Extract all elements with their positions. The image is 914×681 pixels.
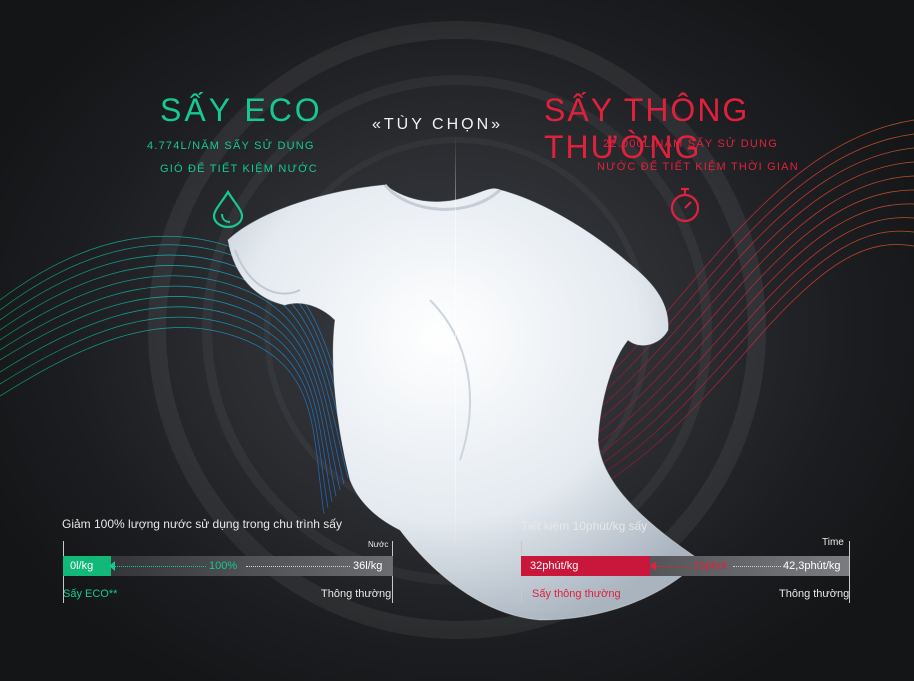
center-divider	[455, 135, 456, 555]
normal-fast-value: 32phút/kg	[530, 560, 579, 572]
normal-slow-label: Thông thường	[779, 588, 850, 600]
normal-title: SẤY THÔNG THƯỜNG	[544, 92, 750, 165]
normal-saving-value: 10phút	[693, 560, 727, 572]
stopwatch-icon	[670, 187, 700, 223]
water-drop-icon	[212, 190, 244, 228]
normal-caption: Tiết kiệm 10phút/kg sấy	[521, 519, 648, 533]
eco-normal-label: Thông thường	[321, 588, 392, 600]
eco-title: SẤY ECO	[160, 92, 323, 128]
eco-subtitle-line1: 4.774L/NĂM SẤY SỬ DỤNG	[147, 140, 315, 152]
normal-dotted-line-2	[733, 566, 781, 567]
eco-unit-label: Nước	[368, 540, 389, 549]
normal-fast-label: Sấy thông thường	[532, 588, 621, 600]
eco-dotted-line-2	[246, 566, 350, 567]
eco-bar-value: 0l/kg	[70, 560, 94, 572]
eco-caption: Giảm 100% lượng nước sử dụng trong chu t…	[62, 517, 342, 531]
options-title: «TÙY CHỌN»	[372, 116, 504, 133]
normal-unit-label: Time	[822, 537, 844, 548]
normal-dotted-line	[656, 566, 690, 567]
normal-slow-value: 42,3phút/kg	[783, 560, 841, 572]
normal-subtitle-line1: 22.000L/NĂM SẤY SỬ DỤNG	[603, 138, 778, 150]
eco-normal-value: 36l/kg	[353, 560, 383, 572]
eco-bar-percent: 100%	[209, 560, 238, 572]
eco-dotted-line	[114, 566, 206, 567]
normal-subtitle-line2: NƯỚC ĐỂ TIẾT KIỆM THỜI GIAN	[597, 161, 799, 173]
drying-comparison-banner: SẤY ECO 4.774L/NĂM SẤY SỬ DỤNG GIÓ ĐỂ TI…	[0, 0, 914, 681]
eco-subtitle-line2: GIÓ ĐỂ TIẾT KIỆM NƯỚC	[160, 163, 318, 175]
eco-label: Sấy ECO**	[63, 588, 118, 600]
